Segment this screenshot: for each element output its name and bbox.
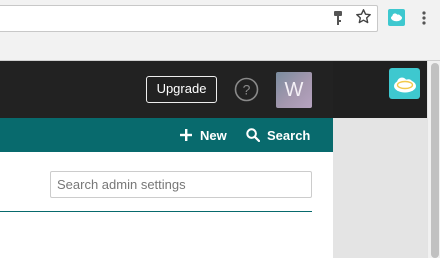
upgrade-button[interactable]: Upgrade xyxy=(146,76,217,103)
vertical-scrollbar[interactable] xyxy=(427,61,440,258)
plus-icon xyxy=(180,129,192,141)
cloud-icon xyxy=(393,77,416,92)
main-content xyxy=(0,152,333,258)
search-button[interactable]: Search xyxy=(246,127,310,143)
admin-settings-search-input[interactable] xyxy=(50,171,312,198)
address-bar[interactable] xyxy=(0,5,378,32)
help-circle-icon[interactable]: ? xyxy=(234,77,259,102)
search-icon xyxy=(246,128,260,142)
browser-toolbar xyxy=(0,0,440,61)
scrollbar-thumb[interactable] xyxy=(431,63,439,258)
svg-text:?: ? xyxy=(243,82,251,98)
new-button[interactable]: New xyxy=(180,127,227,143)
cloud-widget-button[interactable] xyxy=(389,68,420,99)
avatar[interactable]: W xyxy=(276,72,312,108)
star-icon[interactable] xyxy=(355,8,372,25)
key-icon[interactable] xyxy=(333,10,343,26)
section-divider xyxy=(0,211,312,212)
extension-cloud-icon[interactable] xyxy=(388,9,405,26)
page-viewport: Upgrade ? W New Search xyxy=(0,61,427,258)
kebab-menu-icon[interactable] xyxy=(418,10,430,26)
search-label: Search xyxy=(267,127,311,143)
new-label: New xyxy=(200,127,227,143)
